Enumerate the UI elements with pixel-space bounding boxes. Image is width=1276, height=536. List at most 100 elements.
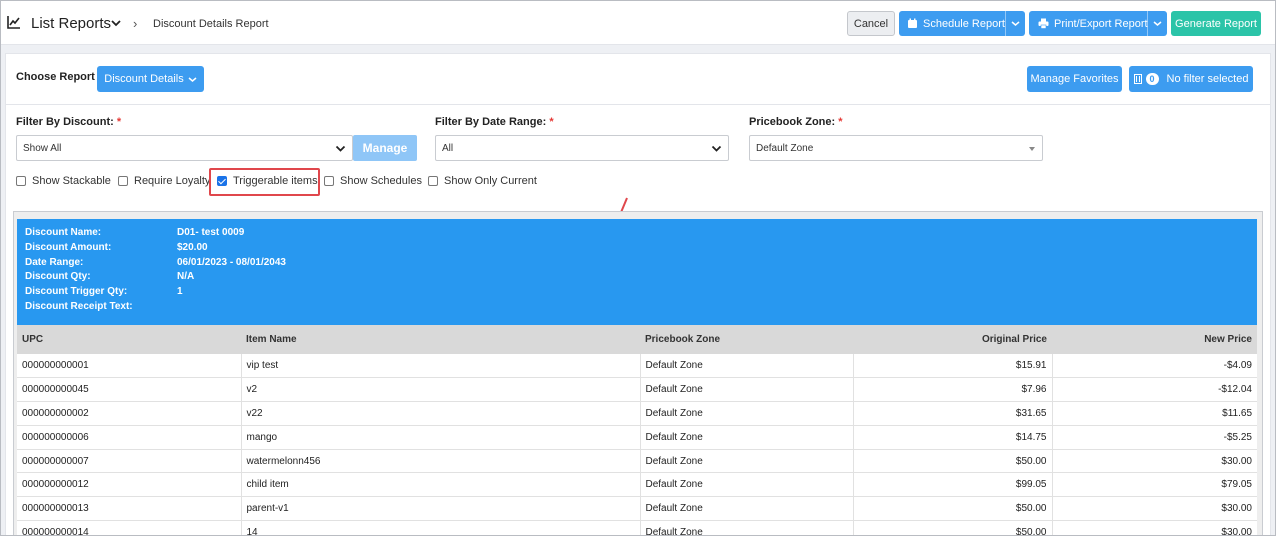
breadcrumb: Discount Details Report xyxy=(153,18,269,30)
table-cell: $50.00 xyxy=(853,520,1053,535)
column-header-item-name[interactable]: Item Name xyxy=(241,325,640,354)
table-row: 000000000045 v2 Default Zone $7.96 -$12.04 xyxy=(17,377,1257,402)
table-cell: Default Zone xyxy=(640,472,854,497)
discount-select[interactable]: Show All xyxy=(16,135,353,161)
table-cell: $7.96 xyxy=(853,377,1053,402)
report-select-button[interactable]: Discount Details xyxy=(97,66,204,92)
items-table: UPC Item Name Pricebook Zone Original Pr… xyxy=(17,325,1257,536)
date-range-select[interactable]: All xyxy=(435,135,729,161)
table-cell: $30.00 xyxy=(1221,526,1252,536)
checkbox-box[interactable] xyxy=(428,176,438,186)
generate-report-button[interactable]: Generate Report xyxy=(1171,11,1261,36)
breadcrumb-separator: › xyxy=(133,16,138,31)
table-cell: Default Zone xyxy=(640,401,854,426)
top-bar: List Reports › Discount Details Report C… xyxy=(1,1,1275,45)
line-chart-icon xyxy=(7,16,20,29)
table-row: 000000000001 vip test Default Zone $15.91 -$… xyxy=(17,354,1257,378)
filter-discount-label: Filter By Discount: * xyxy=(16,116,122,128)
table-row: 000000000006 mango Default Zone $14.75 -$5.2… xyxy=(17,425,1257,450)
print-export-button[interactable]: Print/Export Report xyxy=(1029,11,1167,36)
column-header-new-price[interactable]: New Price xyxy=(1052,325,1257,354)
show-schedules-checkbox[interactable]: Show Schedules xyxy=(324,175,422,187)
column-header-pricebook-zone[interactable]: Pricebook Zone xyxy=(640,325,853,354)
table-cell: parent-v1 xyxy=(241,496,641,521)
table-cell: $30.00 xyxy=(1221,503,1252,515)
cancel-button[interactable]: Cancel xyxy=(847,11,895,36)
discount-summary: Discount Name: D01- test 0009 Discount Am… xyxy=(17,219,1257,325)
table-cell: 000000000014 xyxy=(17,520,242,535)
filter-status-button[interactable]: 0 No filter selected xyxy=(1129,66,1253,92)
manage-favorites-button[interactable]: Manage Favorites xyxy=(1027,66,1122,92)
print-dropdown-toggle[interactable] xyxy=(1147,11,1167,36)
table-body: 000000000001 vip test Default Zone $15.91 -$… xyxy=(17,354,1257,536)
table-cell: 000000000006 xyxy=(17,425,242,450)
table-cell: vip test xyxy=(241,354,641,378)
selected-report-label: Discount Details xyxy=(104,73,184,85)
table-cell: 000000000045 xyxy=(17,377,242,402)
checkbox-box[interactable] xyxy=(324,176,334,186)
pricebook-zone-value: Default Zone xyxy=(756,142,814,154)
table-cell: 000000000013 xyxy=(17,496,242,521)
table-cell: $99.05 xyxy=(853,472,1053,497)
schedule-report-label: Schedule Report xyxy=(923,17,1005,30)
calendar-icon xyxy=(908,18,917,28)
table-cell: $30.00 xyxy=(1221,455,1252,467)
table-row: 000000000013 parent-v1 Default Zone $50.00 $… xyxy=(17,496,1257,521)
table-cell: 000000000001 xyxy=(17,354,242,378)
table-cell: 000000000012 xyxy=(17,472,242,497)
table-cell: $11.65 xyxy=(1222,407,1252,419)
chevron-down-icon[interactable] xyxy=(110,18,122,28)
table-cell: v22 xyxy=(241,401,641,426)
table-cell: $14.75 xyxy=(853,425,1053,450)
annotation-highlight-box xyxy=(209,168,320,196)
schedule-dropdown-toggle[interactable] xyxy=(1005,11,1025,36)
table-cell: Default Zone xyxy=(640,377,854,402)
manage-button-label: Manage xyxy=(362,141,408,155)
pricebook-zone-label: Pricebook Zone: * xyxy=(749,116,843,128)
table-header-row: UPC Item Name Pricebook Zone Original Pr… xyxy=(17,325,1257,354)
show-stackable-checkbox[interactable]: Show Stackable xyxy=(16,175,111,187)
table-cell: watermelonn456 xyxy=(241,449,641,473)
checkbox-box[interactable] xyxy=(16,176,26,186)
table-cell: 14 xyxy=(241,520,641,535)
manage-favorites-label: Manage Favorites xyxy=(1030,73,1119,85)
table-row: 000000000012 child item Default Zone $99.05… xyxy=(17,472,1257,497)
filter-date-label: Filter By Date Range: * xyxy=(435,116,554,128)
require-loyalty-checkbox[interactable]: Require Loyalty xyxy=(118,175,210,187)
generate-report-label: Generate Report xyxy=(1175,17,1257,30)
print-export-label: Print/Export Report xyxy=(1054,17,1148,30)
table-cell: Default Zone xyxy=(640,425,854,450)
table-row: 000000000002 v22 Default Zone $31.65 $11.65 xyxy=(17,401,1257,426)
table-cell: -$4.09 xyxy=(1223,360,1252,372)
chevron-down-icon xyxy=(1011,21,1020,26)
printer-icon xyxy=(1038,18,1049,29)
report-output: Discount Name: D01- test 0009 Discount Am… xyxy=(13,211,1263,536)
table-cell: 000000000002 xyxy=(17,401,242,426)
table-cell: 000000000007 xyxy=(17,449,242,473)
chevron-down-icon xyxy=(1153,21,1162,26)
table-cell: Default Zone xyxy=(640,496,854,521)
filter-count-badge: 0 xyxy=(1145,73,1159,85)
column-header-upc[interactable]: UPC xyxy=(17,325,241,354)
schedule-report-button[interactable]: Schedule Report xyxy=(899,11,1025,36)
table-cell: $50.00 xyxy=(853,496,1053,521)
show-only-current-checkbox[interactable]: Show Only Current xyxy=(428,175,537,187)
table-row: 000000000007 watermelonn456 Default Zone $5… xyxy=(17,449,1257,473)
filter-status-label: No filter selected xyxy=(1166,73,1249,85)
manage-discount-button[interactable]: Manage xyxy=(353,135,417,161)
report-card: Choose Report Discount Details Manage Fa… xyxy=(5,53,1271,536)
table-cell: -$5.25 xyxy=(1223,431,1252,443)
table-cell: Default Zone xyxy=(640,520,854,535)
table-cell: mango xyxy=(241,425,641,450)
caret-down-icon xyxy=(1029,147,1035,151)
filter-icon xyxy=(1133,74,1142,84)
divider xyxy=(6,104,1270,105)
date-range-value: All xyxy=(442,142,454,154)
checkbox-box[interactable] xyxy=(118,176,128,186)
pricebook-zone-select[interactable]: Default Zone xyxy=(749,135,1043,161)
page-title: List Reports xyxy=(31,15,112,32)
column-header-original-price[interactable]: Original Price xyxy=(853,325,1052,354)
table-cell: $50.00 xyxy=(853,449,1053,473)
table-cell: $79.05 xyxy=(1221,479,1252,491)
choose-report-label: Choose Report xyxy=(16,71,95,83)
